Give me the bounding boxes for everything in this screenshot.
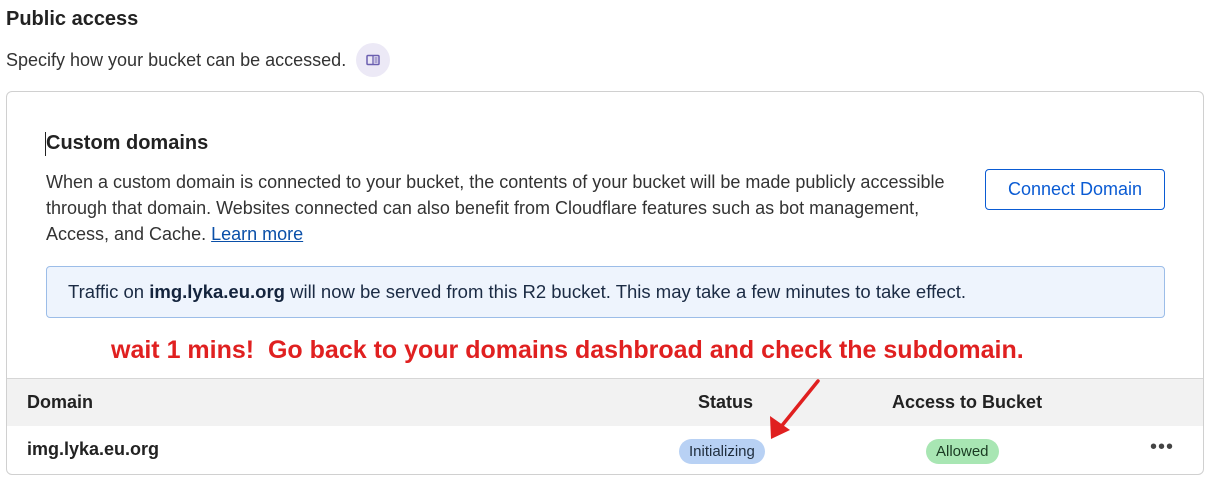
custom-domains-description: When a custom domain is connected to you… <box>46 169 956 247</box>
column-header-status[interactable]: Status <box>698 392 753 413</box>
book-icon[interactable] <box>356 43 391 77</box>
banner-suffix: will now be served from this R2 bucket. … <box>284 281 966 302</box>
table-header: Domain Status Access to Bucket <box>7 378 1203 426</box>
public-access-title: Public access <box>6 8 139 30</box>
info-banner: Traffic on img.lyka.eu.org will now be s… <box>46 266 1165 318</box>
banner-prefix: Traffic on <box>68 281 150 302</box>
banner-domain: img.lyka.eu.org <box>149 281 285 302</box>
row-menu-icon[interactable]: ••• <box>1150 436 1174 459</box>
custom-domains-card: Custom domains When a custom domain is c… <box>6 91 1204 475</box>
public-access-description: Specify how your bucket can be accessed. <box>6 49 347 70</box>
status-badge: Initializing <box>679 439 765 464</box>
access-badge: Allowed <box>926 439 999 464</box>
custom-domains-title: Custom domains <box>46 132 209 154</box>
connect-domain-button[interactable]: Connect Domain <box>985 169 1165 210</box>
custom-domains-description-text: When a custom domain is connected to you… <box>46 172 945 244</box>
column-header-domain[interactable]: Domain <box>27 392 93 413</box>
column-header-access[interactable]: Access to Bucket <box>892 392 1042 413</box>
table-row: img.lyka.eu.org Initializing Allowed ••• <box>7 426 1203 474</box>
learn-more-link[interactable]: Learn more <box>211 224 303 244</box>
public-access-description-row: Specify how your bucket can be accessed. <box>6 43 391 77</box>
annotation-text: wait 1 mins! Go back to your domains das… <box>111 336 1024 364</box>
row-domain[interactable]: img.lyka.eu.org <box>27 439 159 460</box>
